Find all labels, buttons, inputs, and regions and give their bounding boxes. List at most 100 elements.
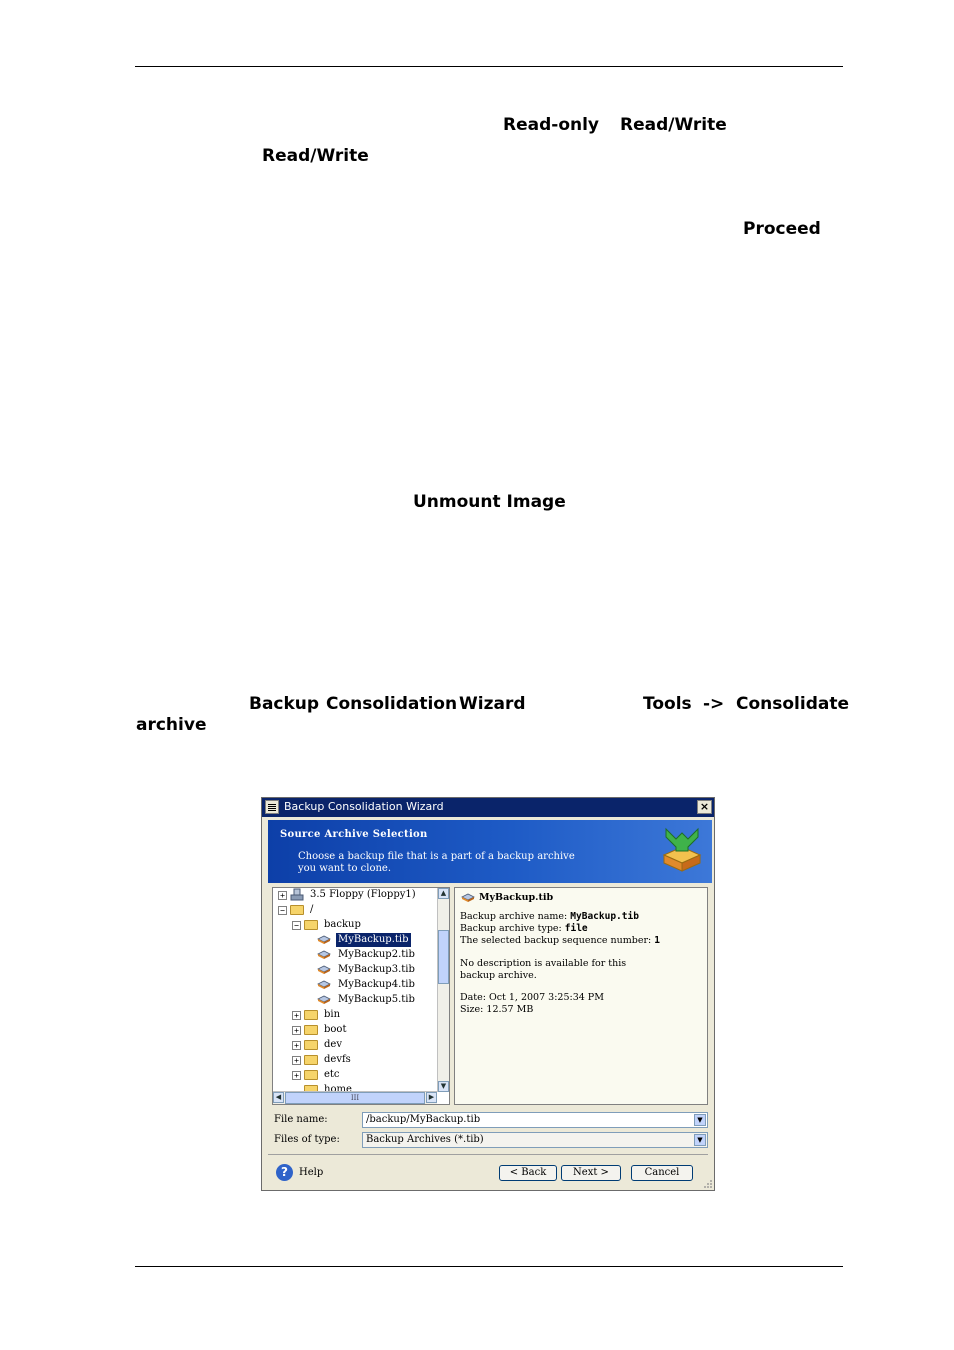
tree-file-label: MyBackup.tib: [336, 933, 411, 947]
dialog-divider: [268, 1154, 708, 1155]
expand-icon[interactable]: +: [292, 1041, 301, 1050]
info-seq-row: The selected backup sequence number: 1: [460, 935, 660, 946]
tree-dir-row[interactable]: + dev: [273, 1038, 438, 1052]
term-archive: archive: [136, 715, 207, 735]
tree-dir-label: etc: [324, 1069, 340, 1080]
tree-dir-label: boot: [324, 1024, 347, 1035]
filename-combo[interactable]: /backup/MyBackup.tib ▼: [362, 1112, 708, 1128]
term-unmount-image: Unmount Image: [413, 492, 566, 512]
info-date: Date: Oct 1, 2007 3:25:34 PM: [460, 992, 604, 1003]
info-name-label: Backup archive name:: [460, 911, 568, 922]
tree-horizontal-scrollbar[interactable]: ◀ III ▶: [273, 1091, 437, 1104]
info-name-value: MyBackup.tib: [570, 911, 639, 922]
expand-icon[interactable]: +: [292, 1071, 301, 1080]
floppy-drive-icon: [290, 888, 304, 901]
footer-rule: [135, 1266, 843, 1267]
scrollbar-thumb[interactable]: [438, 930, 449, 984]
term-read-only: Read-only: [503, 115, 600, 135]
folder-open-icon: [290, 905, 304, 915]
scroll-right-icon[interactable]: ▶: [426, 1092, 437, 1103]
tree-file-label: MyBackup2.tib: [338, 949, 415, 960]
collapse-icon[interactable]: −: [278, 906, 287, 915]
backup-archive-icon: [317, 995, 331, 1004]
tree-dir-row[interactable]: + devfs: [273, 1053, 438, 1067]
dialog-titlebar: Backup Consolidation Wizard ×: [262, 798, 714, 817]
tree-item-label: /: [310, 904, 314, 915]
tree-dir-label: bin: [324, 1009, 341, 1020]
filename-value: /backup/MyBackup.tib: [366, 1114, 481, 1125]
wizard-banner: Source Archive Selection Choose a backup…: [268, 820, 712, 883]
tree-dir-label: devfs: [324, 1054, 351, 1065]
tree-dir-label: dev: [324, 1039, 342, 1050]
banner-description-2: you want to clone.: [298, 863, 392, 874]
folder-icon: [304, 1040, 318, 1050]
close-button[interactable]: ×: [697, 800, 712, 814]
tree-file-row[interactable]: MyBackup.tib: [273, 933, 438, 947]
info-description: No description is available for this: [460, 958, 627, 969]
tree-file-row[interactable]: MyBackup3.tib: [273, 963, 438, 977]
term-backup: Backup: [249, 694, 320, 714]
backup-archive-icon: [317, 935, 331, 944]
tree-file-label: MyBackup4.tib: [338, 979, 415, 990]
chevron-down-icon[interactable]: ▼: [694, 1114, 706, 1126]
chevron-down-icon[interactable]: ▼: [694, 1134, 706, 1146]
banner-heading: Source Archive Selection: [280, 829, 428, 840]
folder-icon: [304, 1010, 318, 1020]
dialog-title: Backup Consolidation Wizard: [284, 800, 444, 813]
tree-file-row[interactable]: MyBackup5.tib: [273, 993, 438, 1007]
back-button[interactable]: < Back: [499, 1165, 557, 1181]
scroll-up-icon[interactable]: ▲: [438, 888, 449, 899]
tree-vertical-scrollbar[interactable]: ▲ ▼: [437, 888, 449, 1092]
tree-item-floppy[interactable]: + 3.5 Floppy (Floppy1): [273, 888, 438, 902]
term-arrow: ->: [703, 694, 725, 714]
term-read-write: Read/Write: [620, 115, 727, 135]
expand-icon[interactable]: +: [292, 1026, 301, 1035]
tree-dir-row[interactable]: + bin: [273, 1008, 438, 1022]
term-wizard: Wizard: [459, 694, 526, 714]
filetype-value: Backup Archives (*.tib): [366, 1134, 484, 1145]
scroll-left-icon[interactable]: ◀: [273, 1092, 284, 1103]
tree-file-label: MyBackup5.tib: [338, 994, 415, 1005]
term-read-write-2: Read/Write: [262, 146, 369, 166]
window-menu-icon[interactable]: [265, 800, 279, 814]
info-size: Size: 12.57 MB: [460, 1004, 534, 1015]
backup-archive-icon: [317, 950, 331, 959]
scrollbar-thumb[interactable]: III: [285, 1092, 425, 1104]
folder-tree[interactable]: + 3.5 Floppy (Floppy1) − / − backup MyBa…: [272, 887, 450, 1105]
tree-dir-row[interactable]: + etc: [273, 1068, 438, 1082]
tree-file-row[interactable]: MyBackup4.tib: [273, 978, 438, 992]
tree-item-backup[interactable]: − backup: [273, 918, 438, 932]
expand-icon[interactable]: +: [292, 1056, 301, 1065]
term-consolidation: Consolidation: [326, 694, 458, 714]
scroll-down-icon[interactable]: ▼: [438, 1081, 449, 1092]
info-name-row: Backup archive name: MyBackup.tib: [460, 911, 639, 922]
tree-file-label: MyBackup3.tib: [338, 964, 415, 975]
backup-consolidation-dialog: Backup Consolidation Wizard × Source Arc…: [261, 797, 715, 1191]
info-type-row: Backup archive type: file: [460, 923, 588, 934]
info-seq-value: 1: [654, 935, 661, 946]
filetype-combo[interactable]: Backup Archives (*.tib) ▼: [362, 1132, 708, 1148]
help-link[interactable]: Help: [299, 1167, 323, 1178]
resize-grip-icon[interactable]: [703, 1179, 713, 1189]
info-file-title: MyBackup.tib: [479, 892, 554, 903]
expand-icon[interactable]: +: [292, 1011, 301, 1020]
next-button[interactable]: Next >: [561, 1165, 621, 1181]
banner-description: Choose a backup file that is a part of a…: [298, 851, 575, 862]
folder-icon: [304, 1055, 318, 1065]
term-tools: Tools: [643, 694, 692, 714]
tree-item-label: backup: [324, 919, 361, 930]
backup-archive-icon: [461, 893, 475, 902]
cancel-button[interactable]: Cancel: [631, 1165, 693, 1181]
tree-item-label: 3.5 Floppy (Floppy1): [310, 889, 416, 900]
info-type-label: Backup archive type:: [460, 923, 562, 934]
info-description-2: backup archive.: [460, 970, 537, 981]
tree-dir-row[interactable]: + boot: [273, 1023, 438, 1037]
folder-open-icon: [304, 920, 318, 930]
expand-icon[interactable]: +: [278, 891, 287, 900]
info-seq-label: The selected backup sequence number:: [460, 935, 652, 946]
tree-item-root[interactable]: − /: [273, 903, 438, 917]
archive-info-panel: MyBackup.tib Backup archive name: MyBack…: [454, 887, 708, 1105]
collapse-icon[interactable]: −: [292, 921, 301, 930]
help-icon[interactable]: ?: [276, 1164, 293, 1181]
tree-file-row[interactable]: MyBackup2.tib: [273, 948, 438, 962]
